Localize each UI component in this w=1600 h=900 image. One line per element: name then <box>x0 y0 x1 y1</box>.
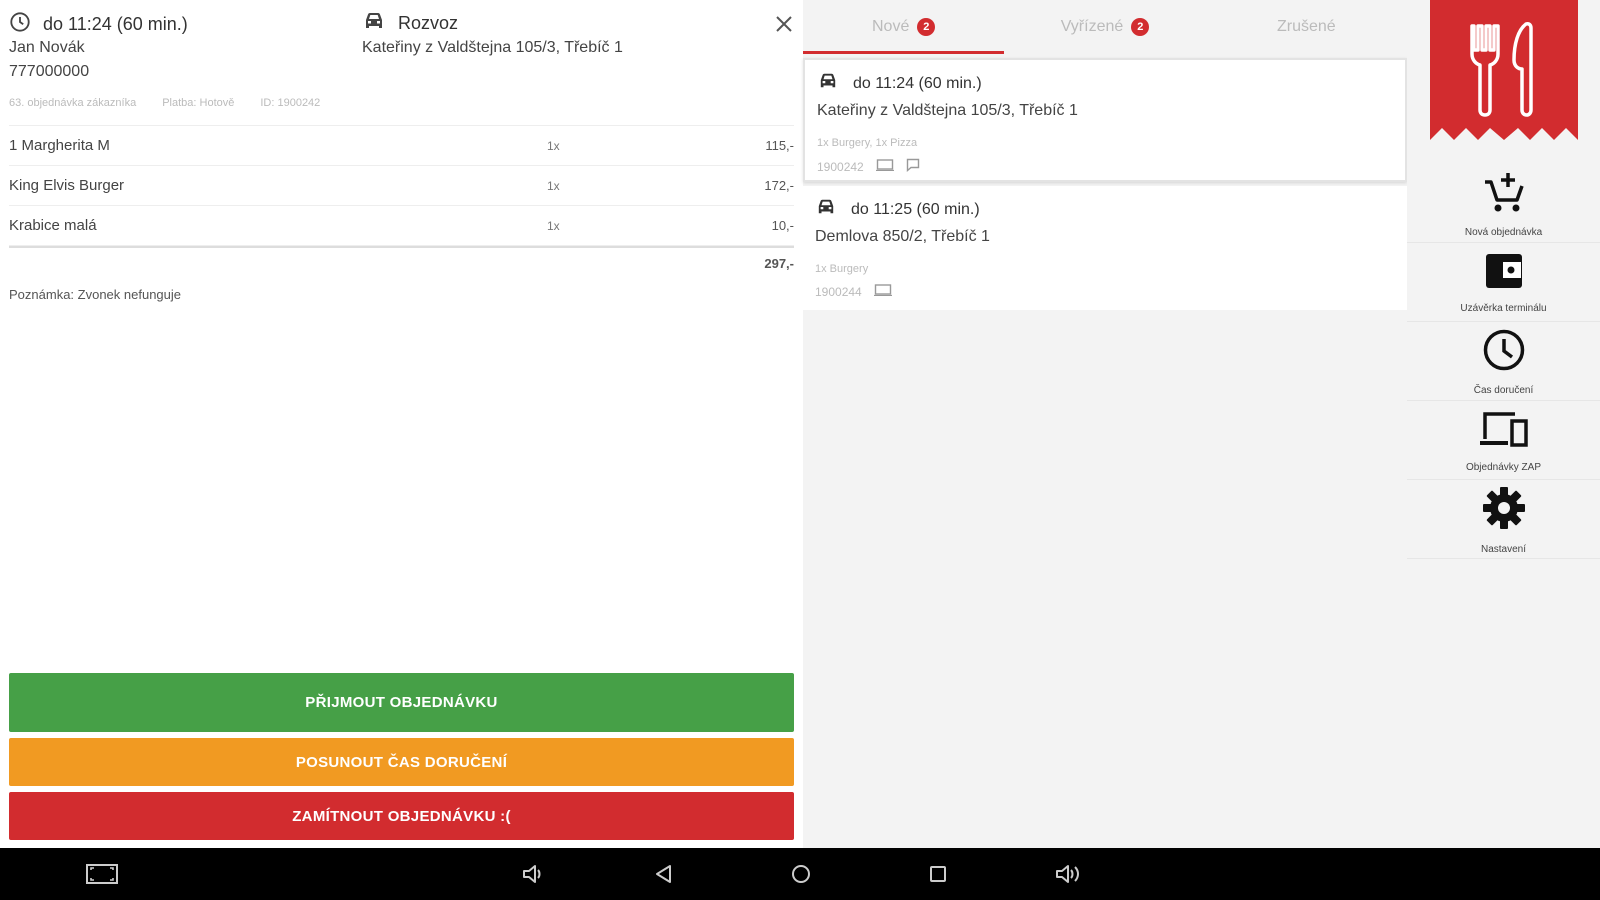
clock-icon <box>1482 328 1526 377</box>
order-summary: 1x Burgery, 1x Pizza <box>817 137 918 149</box>
app-window: do 11:24 (60 min.) Jan Novák 777000000 R… <box>0 0 1600 900</box>
payment-method: Platba: Hotově <box>162 97 235 109</box>
volume-up-icon <box>1056 865 1079 883</box>
item-qty: 1x <box>547 219 560 233</box>
order-note: Poznámka: Zvonek nefunguje <box>9 287 181 302</box>
order-total: 297,- <box>764 256 794 271</box>
delivery-type-line: Rozvoz <box>362 11 458 36</box>
car-icon <box>815 198 837 221</box>
order-time-line: do 11:24 (60 min.) <box>817 72 982 95</box>
detail-time: do 11:24 (60 min.) <box>43 14 188 34</box>
item-name: Krabice malá <box>9 217 97 234</box>
sidebar-item-delivery-time[interactable]: Čas doručení <box>1407 323 1600 401</box>
tab-label: Vyřízené <box>1060 18 1124 35</box>
order-summary: 1x Burgery <box>815 263 869 275</box>
recents-button[interactable] <box>924 861 952 887</box>
order-id: 1900244 <box>815 284 862 299</box>
delivery-address: Kateřiny z Valdštejna 105/3, Třebíč 1 <box>362 39 623 56</box>
sidebar-item-label: Objednávky ZAP <box>1465 461 1542 473</box>
order-id-line: 1900242 <box>817 158 920 175</box>
customer-order-count: 63. objednávka zákazníka <box>9 97 137 109</box>
item-name: King Elvis Burger <box>9 177 125 194</box>
note-icon <box>906 158 920 175</box>
item-qty: 1x <box>547 139 560 153</box>
order-time-line: do 11:25 (60 min.) <box>815 198 980 221</box>
close-button[interactable] <box>770 10 798 38</box>
sidebar-item-new-order[interactable]: Nová objednávka <box>1407 165 1600 243</box>
terminal-icon <box>873 284 892 299</box>
screenshot-button[interactable] <box>85 861 119 887</box>
home-icon <box>792 865 810 883</box>
order-items-table: 1 Margherita M 1x 115,- King Elvis Burge… <box>9 125 794 248</box>
sidebar-item-label: Nová objednávka <box>1464 226 1543 238</box>
delivery-type: Rozvoz <box>398 13 459 33</box>
back-button[interactable] <box>650 861 678 887</box>
system-navigation-bar <box>0 848 1600 900</box>
sidebar-item-terminal-closing[interactable]: Uzávěrka terminálu <box>1407 244 1600 322</box>
sidebar-item-label: Uzávěrka terminálu <box>1460 302 1547 314</box>
tab-completed[interactable]: Vyřízené 2 <box>1004 0 1205 54</box>
table-row: 1 Margherita M 1x 115,- <box>9 126 794 166</box>
volume-up-button[interactable] <box>1055 861 1083 887</box>
home-button[interactable] <box>787 861 815 887</box>
count-badge: 2 <box>917 18 936 36</box>
tab-new[interactable]: Nové 2 <box>803 0 1005 54</box>
order-id-line: 1900244 <box>815 284 892 299</box>
volume-down-icon <box>523 865 541 883</box>
sidebar: Nová objednávka Uzávěrka terminálu Čas d… <box>1407 0 1600 848</box>
accept-order-button[interactable]: PŘIJMOUT OBJEDNÁVKU <box>9 673 794 732</box>
screenshot-icon <box>86 864 118 884</box>
order-id: ID: 1900242 <box>260 97 321 109</box>
clock-icon <box>9 11 31 38</box>
recents-icon <box>930 866 946 882</box>
reject-order-button[interactable]: ZAMÍTNOUT OBJEDNÁVKU :( <box>9 792 794 840</box>
order-detail-panel: do 11:24 (60 min.) Jan Novák 777000000 R… <box>0 0 803 848</box>
order-card[interactable]: do 11:24 (60 min.) Kateřiny z Valdštejna… <box>803 58 1407 182</box>
detail-time-line: do 11:24 (60 min.) <box>9 11 188 38</box>
order-address: Kateřiny z Valdštejna 105/3, Třebíč 1 <box>817 102 1078 119</box>
sidebar-item-label: Čas doručení <box>1473 384 1534 396</box>
wallet-icon <box>1483 252 1525 295</box>
car-icon <box>362 11 386 36</box>
customer-phone: 777000000 <box>9 63 90 80</box>
table-row: King Elvis Burger 1x 172,- <box>9 166 794 206</box>
sidebar-item-zap-orders[interactable]: Objednávky ZAP <box>1407 402 1600 480</box>
customer-name: Jan Novák <box>9 39 85 56</box>
tab-cancelled[interactable]: Zrušené <box>1206 0 1407 54</box>
order-meta: 63. objednávka zákazníka Platba: Hotově … <box>9 97 320 109</box>
tab-label: Zrušené <box>1276 18 1336 35</box>
item-name: 1 Margherita M <box>9 137 110 154</box>
gear-icon <box>1481 485 1527 536</box>
item-qty: 1x <box>547 179 560 193</box>
devices-icon <box>1478 409 1530 454</box>
table-row: Krabice malá 1x 10,- <box>9 206 794 246</box>
order-card[interactable]: do 11:25 (60 min.) Demlova 850/2, Třebíč… <box>803 186 1407 310</box>
sidebar-item-label: Nastavení <box>1480 543 1527 555</box>
volume-down-button[interactable] <box>520 861 548 887</box>
tab-label: Nové <box>871 18 910 35</box>
count-badge: 2 <box>1131 18 1150 36</box>
order-tabs: Nové 2 Vyřízené 2 Zrušené <box>803 0 1407 54</box>
restaurant-logo <box>1430 0 1578 148</box>
sidebar-item-settings[interactable]: Nastavení <box>1407 481 1600 559</box>
item-price: 115,- <box>765 138 794 153</box>
car-icon <box>817 72 839 95</box>
back-icon <box>656 865 671 883</box>
item-price: 10,- <box>771 218 794 233</box>
close-icon <box>776 16 792 32</box>
order-id: 1900242 <box>817 159 864 174</box>
cart-add-icon <box>1483 170 1525 219</box>
divider <box>9 246 794 248</box>
item-price: 172,- <box>764 178 794 193</box>
postpone-delivery-button[interactable]: POSUNOUT ČAS DORUČENÍ <box>9 738 794 786</box>
orders-list-panel: Nové 2 Vyřízené 2 Zrušené do 11:24 (60 m… <box>803 0 1407 848</box>
order-address: Demlova 850/2, Třebíč 1 <box>815 228 990 245</box>
order-time: do 11:25 (60 min.) <box>851 200 980 218</box>
terminal-icon <box>875 159 894 174</box>
order-time: do 11:24 (60 min.) <box>853 74 982 92</box>
